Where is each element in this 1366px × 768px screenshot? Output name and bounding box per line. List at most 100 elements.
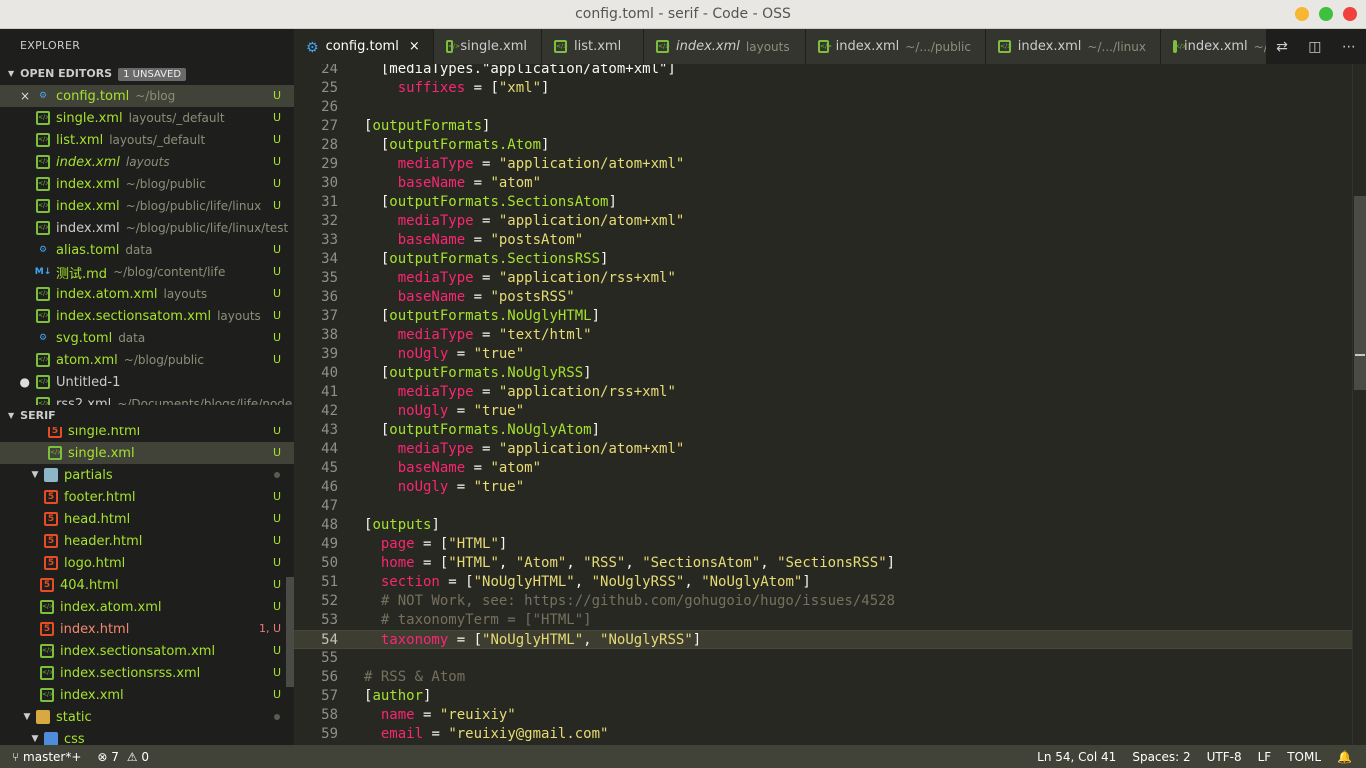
- tab-index-xml[interactable]: index.xml~/: [1161, 29, 1281, 64]
- tab-list-xml[interactable]: list.xml: [542, 29, 644, 64]
- open-editor-item[interactable]: single.xml layouts/_default U: [0, 107, 294, 129]
- line-number: 37: [321, 308, 338, 324]
- file-item[interactable]: 5 404.html U: [0, 574, 294, 596]
- open-editor-item[interactable]: atom.xml ~/blog/public U: [0, 349, 294, 371]
- line-content: [author]: [364, 687, 431, 706]
- line-number: 28: [321, 137, 338, 153]
- token: = [: [414, 536, 449, 552]
- indentation[interactable]: Spaces: 2: [1132, 750, 1190, 764]
- tab-label: single.xml: [460, 39, 527, 54]
- xml-icon: [998, 40, 1012, 53]
- code-line: 56 # RSS & Atom: [294, 668, 1354, 687]
- open-editor-item[interactable]: list.xml layouts/_default U: [0, 129, 294, 151]
- open-editors-header[interactable]: ▼ OPEN EDITORS 1 UNSAVED: [0, 63, 294, 85]
- file-name: index.sectionsatom.xml: [56, 308, 212, 324]
- warning-icon: ⚠: [126, 749, 138, 764]
- editor-scrollbar[interactable]: [1352, 64, 1366, 745]
- open-editor-item[interactable]: index.sectionsatom.xml layouts U: [0, 305, 294, 327]
- tab-label: index.xml: [1184, 39, 1248, 54]
- tab-index-xml[interactable]: index.xml layouts: [644, 29, 806, 64]
- open-editor-item[interactable]: index.xml layouts U: [0, 151, 294, 173]
- token: noUgly: [397, 346, 449, 362]
- open-editor-item[interactable]: rss2.xml ~/Documents/blogs/life/node_m: [0, 393, 294, 405]
- file-name: index.xml: [60, 687, 124, 703]
- project-header[interactable]: ▼ SERIF: [0, 405, 294, 427]
- open-editor-item[interactable]: index.xml ~/blog/public/life/linux U: [0, 195, 294, 217]
- token: "application/rss+xml": [498, 270, 676, 286]
- folder-icon: [44, 468, 58, 482]
- token: page: [380, 536, 415, 552]
- sidebar-scrollbar[interactable]: [286, 577, 294, 687]
- language-mode[interactable]: TOML: [1287, 750, 1321, 764]
- split-editor-icon[interactable]: ◫: [1308, 39, 1321, 55]
- token: [: [364, 422, 390, 438]
- file-item[interactable]: index.sectionsatom.xml U: [0, 640, 294, 662]
- open-editor-item[interactable]: M↓ 测试.md ~/blog/content/life U: [0, 261, 294, 283]
- file-item[interactable]: 5 single.html U: [0, 427, 294, 442]
- file-item[interactable]: 5 logo.html U: [0, 552, 294, 574]
- tab-config-toml[interactable]: ⚙ config.toml ×: [294, 29, 434, 64]
- end-of-line[interactable]: LF: [1258, 750, 1272, 764]
- chevron-down-icon: ▼: [8, 411, 15, 420]
- close-button[interactable]: [1343, 7, 1357, 21]
- open-editor-item[interactable]: index.xml ~/blog/public U: [0, 173, 294, 195]
- file-item[interactable]: 5 header.html U: [0, 530, 294, 552]
- bell-icon[interactable]: 🔔: [1337, 750, 1352, 764]
- branch-item[interactable]: ⑂ master*+: [12, 750, 81, 764]
- markdown-icon: M↓: [34, 267, 52, 277]
- tab-index-xml[interactable]: index.xml ~/.../linux: [986, 29, 1161, 64]
- folder-item[interactable]: ▼ css: [0, 728, 294, 745]
- unsaved-dot-icon[interactable]: ●: [0, 375, 36, 389]
- file-item[interactable]: single.xml U: [0, 442, 294, 464]
- code-line: 41 mediaType = "application/rss+xml": [294, 383, 1354, 402]
- tab-index-xml[interactable]: index.xml ~/.../public: [806, 29, 986, 64]
- code-editor[interactable]: 24 [mediaTypes."application/atom+xml"] 25…: [294, 64, 1366, 745]
- file-path: ~/blog/public: [123, 353, 204, 367]
- folder-item[interactable]: ▼ static: [0, 706, 294, 728]
- git-branch-icon: ⑂: [12, 749, 20, 764]
- token: =: [473, 384, 499, 400]
- token: [: [364, 137, 390, 153]
- file-item[interactable]: index.atom.xml U: [0, 596, 294, 618]
- file-item[interactable]: 5 footer.html U: [0, 486, 294, 508]
- code-line: 45 baseName = "atom": [294, 459, 1354, 478]
- more-actions-icon[interactable]: ⋯: [1342, 39, 1356, 55]
- encoding[interactable]: UTF-8: [1207, 750, 1242, 764]
- file-name: header.html: [64, 533, 143, 549]
- line-number: 39: [321, 346, 338, 362]
- open-editor-item[interactable]: ⚙ svg.toml data U: [0, 327, 294, 349]
- line-content: [outputFormats]: [364, 117, 490, 136]
- code-line: 35 mediaType = "application/rss+xml": [294, 269, 1354, 288]
- tab-single-xml[interactable]: single.xml: [434, 29, 542, 64]
- token: ,: [625, 555, 643, 571]
- token: ,: [574, 574, 592, 590]
- open-editor-item[interactable]: ⚙ alias.toml data U: [0, 239, 294, 261]
- open-editors-label: OPEN EDITORS: [20, 67, 113, 80]
- file-item[interactable]: 5 head.html U: [0, 508, 294, 530]
- open-editor-item[interactable]: ● Untitled-1: [0, 371, 294, 393]
- status-bar: ⑂ master*+ ⊗ 7 ⚠ 0 Ln 54, Col 41 Spaces:…: [0, 745, 1366, 768]
- file-name: index.xml: [56, 154, 120, 170]
- file-item[interactable]: index.xml U: [0, 684, 294, 706]
- open-editor-item[interactable]: × ⚙ config.toml ~/blog U: [0, 85, 294, 107]
- file-item[interactable]: 5 index.html 1, U: [0, 618, 294, 640]
- cursor-position[interactable]: Ln 54, Col 41: [1037, 750, 1116, 764]
- git-status-badge: U: [272, 666, 281, 679]
- line-number: 29: [321, 156, 338, 172]
- file-item[interactable]: index.sectionsrss.xml U: [0, 662, 294, 684]
- open-editor-item[interactable]: index.atom.xml layouts U: [0, 283, 294, 305]
- close-editor-icon[interactable]: ×: [0, 89, 36, 103]
- compare-changes-icon[interactable]: ⇄: [1276, 39, 1288, 55]
- token: =: [448, 403, 474, 419]
- minimize-button[interactable]: [1295, 7, 1309, 21]
- folder-item[interactable]: ▼ partials: [0, 464, 294, 486]
- editor-scroll-thumb[interactable]: [1354, 196, 1366, 390]
- maximize-button[interactable]: [1319, 7, 1333, 21]
- sidebar: EXPLORER ▼ OPEN EDITORS 1 UNSAVED × ⚙ conf…: [0, 29, 294, 745]
- tab-path: ~/.../public: [905, 39, 971, 54]
- problems-item[interactable]: ⊗ 7 ⚠ 0: [97, 750, 149, 764]
- code-line: 58 name = "reuixiy": [294, 706, 1354, 725]
- open-editor-item[interactable]: index.xml ~/blog/public/life/linux/test: [0, 217, 294, 239]
- close-icon[interactable]: ×: [409, 39, 420, 54]
- token: # taxonomyTerm = ["HTML"]: [364, 612, 592, 628]
